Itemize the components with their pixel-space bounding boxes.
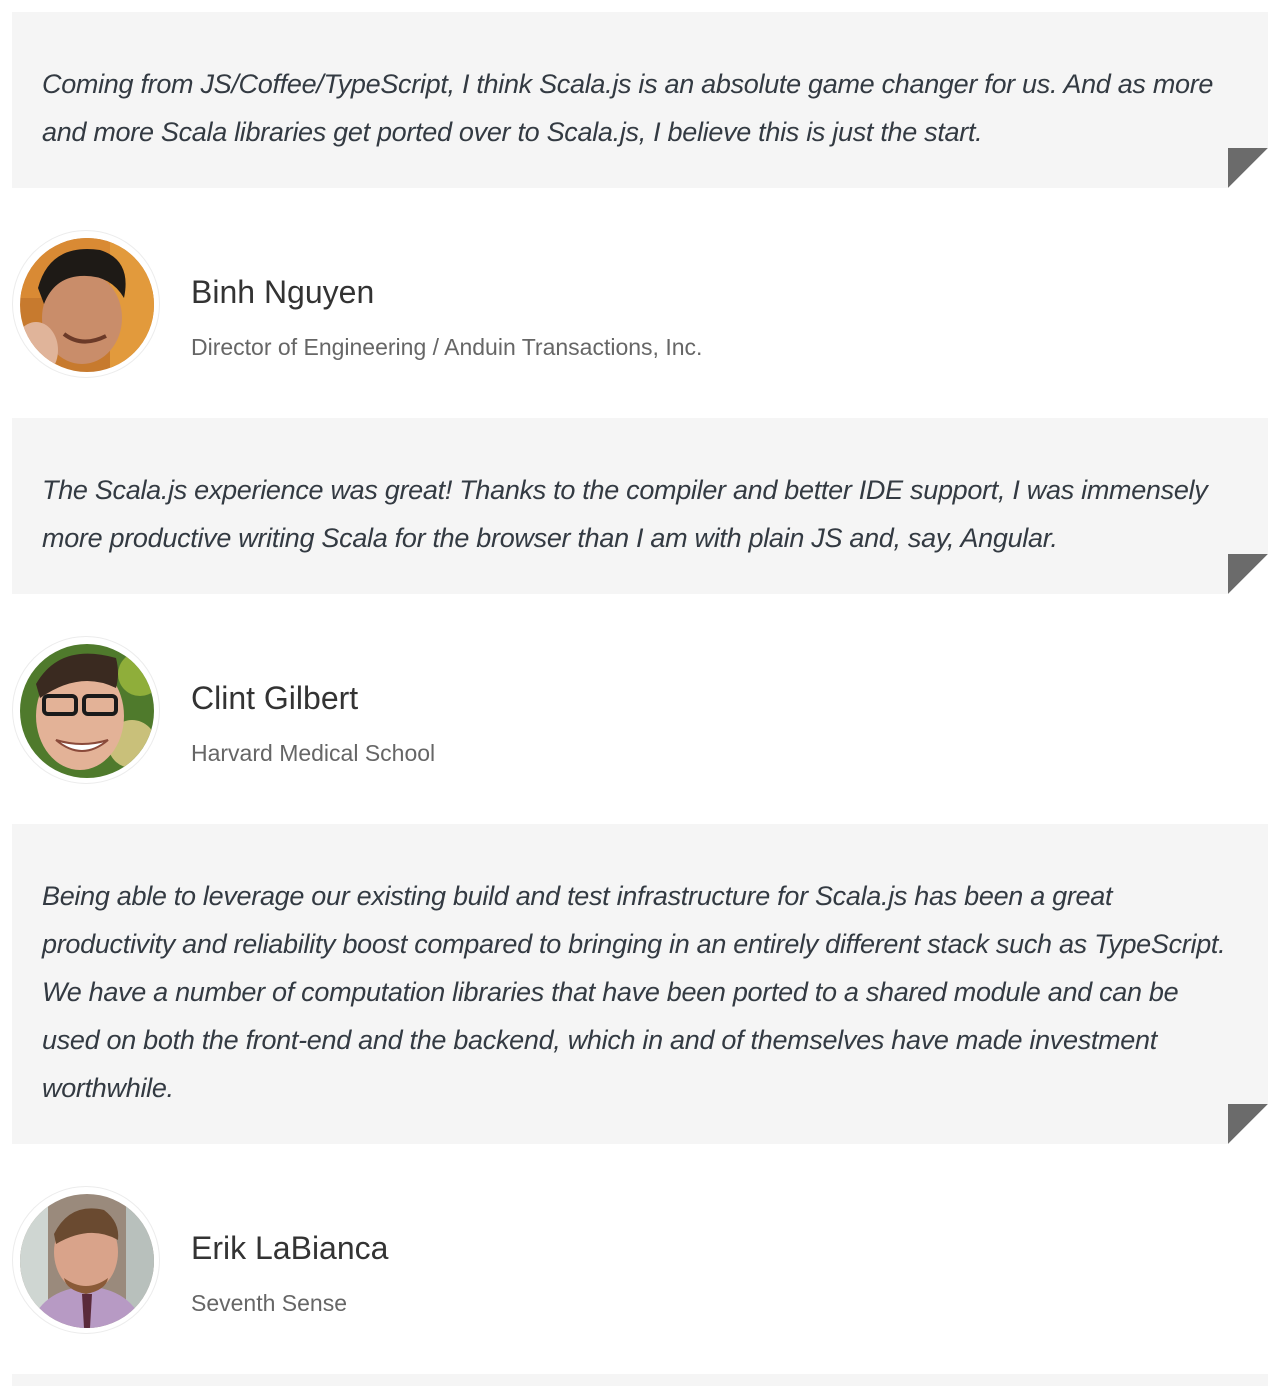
testimonials-section: Coming from JS/Coffee/TypeScript, I thin… [0,0,1274,1386]
avatar-frame [12,230,160,378]
testimonial-author: Clint Gilbert Harvard Medical School [12,636,912,786]
testimonial-quote: Coming from JS/Coffee/TypeScript, I thin… [42,69,1214,147]
author-role: Director of Engineering / Anduin Transac… [191,334,703,360]
avatar [20,1194,154,1328]
avatar-frame [12,636,160,784]
testimonial-quote: Being able to leverage our existing buil… [42,881,1226,1103]
author-name: Clint Gilbert [191,680,359,716]
testimonial-quote-box: Coming from JS/Coffee/TypeScript, I thin… [12,12,1268,188]
testimonial-quote-box: The Scala.js experience was great! Thank… [12,418,1268,594]
avatar [20,644,154,778]
testimonial-author: Binh Nguyen Director of Engineering / An… [12,230,912,380]
testimonial-quote-box [12,1374,1268,1386]
page-fold-icon [1228,554,1268,594]
page-fold-icon [1228,148,1268,188]
author-name: Binh Nguyen [191,274,375,310]
author-role: Harvard Medical School [191,740,436,766]
author-name: Erik LaBianca [191,1230,389,1266]
avatar [20,238,154,372]
author-role: Seventh Sense [191,1290,348,1316]
testimonial-quote-box: Being able to leverage our existing buil… [12,824,1268,1144]
avatar-frame [12,1186,160,1334]
testimonial-quote: The Scala.js experience was great! Thank… [42,475,1208,553]
testimonial-author: Erik LaBianca Seventh Sense [12,1186,912,1336]
page-fold-icon [1228,1104,1268,1144]
